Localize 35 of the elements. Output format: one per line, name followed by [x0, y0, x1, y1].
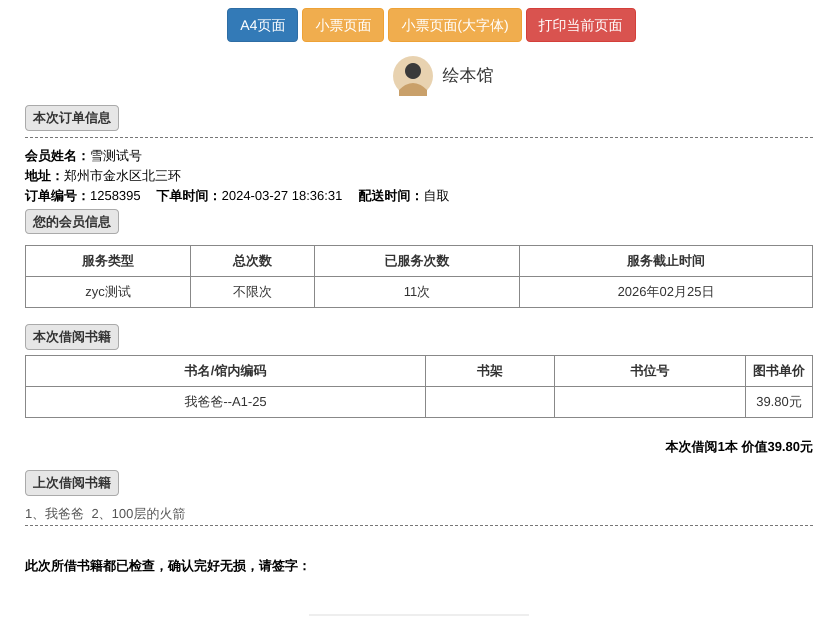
- column-header: 书架: [426, 355, 554, 386]
- field-value: 1258395: [90, 186, 141, 204]
- section-heading: 本次借阅书籍: [25, 324, 119, 350]
- column-header: 已服务次数: [314, 246, 520, 276]
- field-value: 雪测试号: [90, 146, 142, 164]
- toolbar-button[interactable]: A4页面: [227, 8, 298, 42]
- field-label: 下单时间：: [156, 186, 222, 204]
- column-header: 书位号: [554, 355, 746, 386]
- column-header: 服务截止时间: [520, 246, 812, 276]
- table-cell: zyc测试: [26, 276, 190, 308]
- section-heading: 您的会员信息: [25, 208, 119, 234]
- store-title: 绘本馆: [442, 65, 494, 88]
- section-heading: 上次借阅书籍: [25, 470, 119, 496]
- table-cell: 2026年02月25日: [520, 276, 812, 308]
- table-cell: 不限次: [190, 276, 314, 308]
- field-label: 会员姓名：: [25, 146, 90, 164]
- column-header: 图书单价: [746, 355, 812, 386]
- column-header: 服务类型: [26, 246, 190, 276]
- avatar-icon: [392, 56, 432, 96]
- borrow-summary: 本次借阅1本 价值39.80元: [666, 438, 813, 456]
- toolbar-button[interactable]: 打印当前页面: [526, 8, 636, 42]
- table-cell: 39.80元: [746, 386, 812, 417]
- field-label: 订单编号：: [25, 186, 90, 204]
- column-header: 书名/馆内编码: [26, 355, 426, 386]
- field-value: 2024-03-27 18:36:31: [222, 186, 342, 204]
- previous-books: 1、我爸爸 2、100层的火箭: [25, 504, 186, 522]
- table-cell: 我爸爸--A1-25: [26, 386, 426, 417]
- field-label: 地址：: [25, 166, 64, 184]
- section-heading: 本次订单信息: [25, 105, 119, 130]
- signature-prompt: 此次所借书籍都已检查，确认完好无损，请签字：: [25, 557, 312, 575]
- table-cell: 11次: [314, 276, 520, 308]
- field-value: 自取: [423, 186, 450, 204]
- column-header: 总次数: [190, 246, 314, 276]
- field-label: 配送时间：: [358, 186, 424, 204]
- field-value: 郑州市金水区北三环: [64, 166, 181, 184]
